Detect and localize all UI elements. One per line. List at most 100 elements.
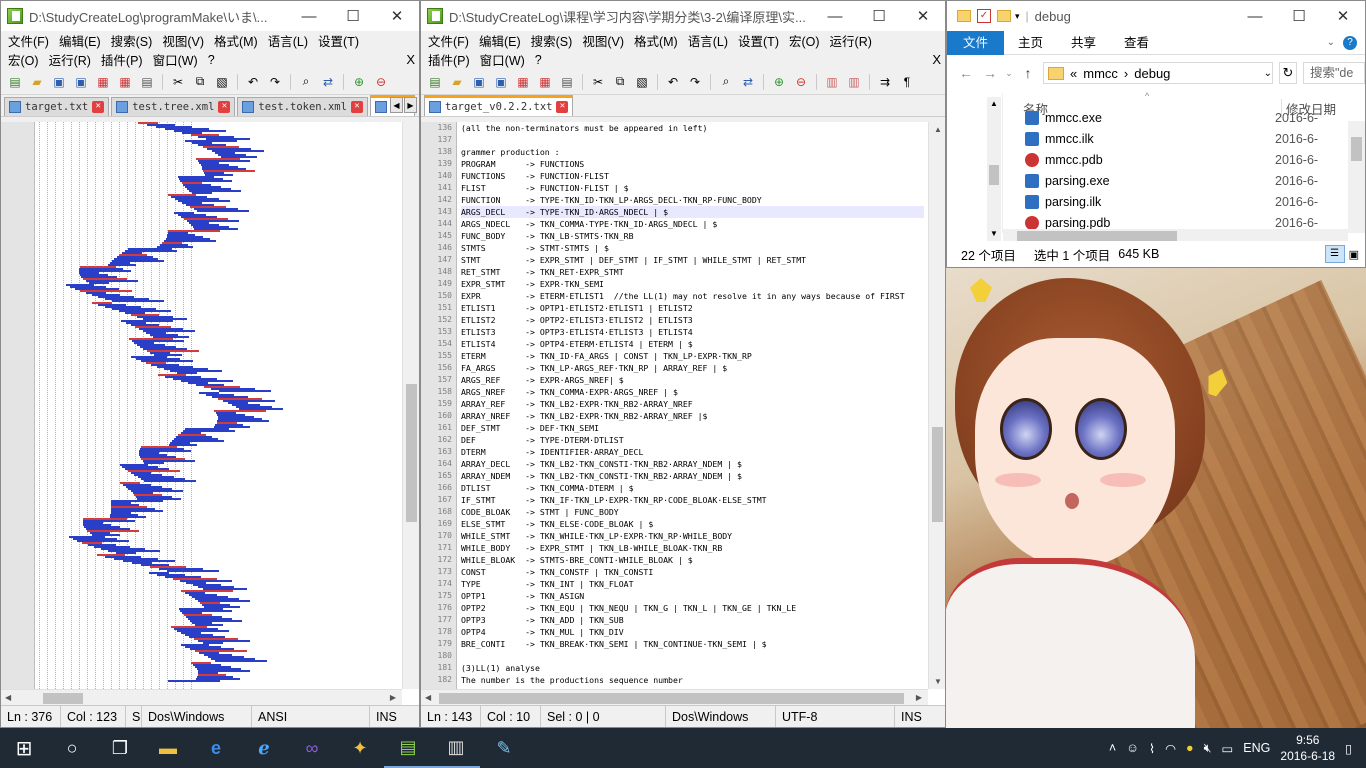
code-line[interactable]: OPTP3 -> TKN_ADD | TKN_SUB <box>461 614 924 626</box>
code-line[interactable]: WHILE_BLOAK -> STMTS·BRE_CONTI·WHILE_BLO… <box>461 554 924 566</box>
save-all-icon[interactable]: ▣ <box>71 73 91 91</box>
scroll-up-icon[interactable]: ▲ <box>990 99 998 108</box>
mid-hscroll-thumb[interactable] <box>439 693 904 704</box>
security-tray-icon[interactable]: ● <box>1186 741 1194 755</box>
code-line[interactable]: The number is the productions sequence n… <box>461 674 924 686</box>
menu-view[interactable]: 视图(V) <box>159 31 211 50</box>
code-line[interactable]: FA_ARGS -> TKN_LP·ARGS_REF·TKN_RP | ARRA… <box>461 362 924 374</box>
paste-icon[interactable]: ▧ <box>212 73 232 91</box>
breadcrumb-mmcc[interactable]: mmcc <box>1083 66 1118 81</box>
visual-studio-icon[interactable]: ∞ <box>288 728 336 768</box>
menu-settings[interactable]: 设置(T) <box>315 31 366 50</box>
maximize-button[interactable]: ☐ <box>1277 1 1321 31</box>
nav-scroll-thumb[interactable] <box>989 165 999 185</box>
code-line[interactable]: RET_STMT -> TKN_RET·EXPR_STMT <box>461 266 924 278</box>
copy-icon[interactable]: ⧉ <box>610 73 630 91</box>
code-line[interactable]: ETLIST4 -> OPTP4·ETERM·ETLIST4 | ETERM |… <box>461 338 924 350</box>
code-line[interactable]: PROGRAM -> FUNCTIONS <box>461 158 924 170</box>
menu-help[interactable]: ? <box>532 53 549 67</box>
menu-language[interactable]: 语言(L) <box>685 31 735 50</box>
print-icon[interactable]: ▤ <box>557 73 577 91</box>
show-all-chars-icon[interactable]: ¶ <box>897 73 917 91</box>
tab-close-icon[interactable]: ✕ <box>218 101 231 113</box>
save-icon[interactable]: ▣ <box>49 73 69 91</box>
close-file-icon[interactable]: ▦ <box>93 73 113 91</box>
new-file-icon[interactable]: ▤ <box>425 73 445 91</box>
menu-edit[interactable]: 编辑(E) <box>56 31 108 50</box>
address-dropdown-icon[interactable]: ⌄ <box>1264 68 1272 79</box>
replace-icon[interactable]: ⇄ <box>738 73 758 91</box>
menu-edit[interactable]: 编辑(E) <box>476 31 528 50</box>
left-titlebar[interactable]: D:\StudyCreateLog\programMake\いま\... — ☐… <box>1 1 419 31</box>
breadcrumb-debug[interactable]: debug <box>1134 66 1170 81</box>
save-all-icon[interactable]: ▣ <box>491 73 511 91</box>
code-line[interactable]: ARGS_DECL -> TYPE·TKN_ID·ARGS_NDECL | $ <box>461 206 924 218</box>
sync-scroll-h-icon[interactable]: ▥ <box>844 73 864 91</box>
left-editor[interactable]: ◀ ▶ <box>1 122 419 706</box>
doc-close-x[interactable]: X <box>406 52 415 67</box>
file-row[interactable]: mmcc.exe 2016-6- <box>1025 107 1345 128</box>
close-file-icon[interactable]: ▦ <box>513 73 533 91</box>
menu-language[interactable]: 语言(L) <box>265 31 315 50</box>
code-line[interactable]: EXPR_STMT -> EXPR·TKN_SEMI <box>461 278 924 290</box>
paste-icon[interactable]: ▧ <box>632 73 652 91</box>
ribbon-tab-view[interactable]: 查看 <box>1110 31 1163 55</box>
tab-close-icon[interactable]: ✕ <box>92 101 105 113</box>
menu-help[interactable]: ? <box>205 53 222 67</box>
word-wrap-icon[interactable]: ⇉ <box>875 73 895 91</box>
notepad-taskbar-icon[interactable]: ▥ <box>432 728 480 768</box>
cut-icon[interactable]: ✂ <box>168 73 188 91</box>
find-icon[interactable]: ⌕ <box>296 73 316 91</box>
code-line[interactable]: FUNCTIONS -> FUNCTION·FLIST <box>461 170 924 182</box>
show-hidden-icons-icon[interactable]: ˄ <box>1109 741 1116 755</box>
code-line[interactable]: grammer production : <box>461 146 924 158</box>
file-row[interactable]: mmcc.ilk 2016-6- <box>1025 128 1345 149</box>
scroll-right-icon[interactable]: ▶ <box>916 693 922 702</box>
code-line[interactable]: ARRAY_NDEM -> TKN_LB2·TKN_CONSTI·TKN_RB2… <box>461 470 924 482</box>
code-line[interactable]: DEF -> TYPE·DTERM·DTLIST <box>461 434 924 446</box>
code-line[interactable]: DTLIST -> TKN_COMMA·DTERM | $ <box>461 482 924 494</box>
minimize-button[interactable]: — <box>1233 1 1277 31</box>
tab-scroll-left-icon[interactable]: ◀ <box>390 97 403 113</box>
nav-pane-scrollbar[interactable]: ▲ ▼ <box>987 97 1001 241</box>
menu-run[interactable]: 运行(R) <box>827 31 879 50</box>
code-line[interactable]: FLIST -> FUNCTION·FLIST | $ <box>461 182 924 194</box>
action-center-icon[interactable]: ▭ <box>1221 741 1233 756</box>
code-line[interactable]: DEF_STMT -> DEF·TKN_SEMI <box>461 422 924 434</box>
maximize-button[interactable]: ☐ <box>857 1 901 31</box>
print-icon[interactable]: ▤ <box>137 73 157 91</box>
code-line[interactable]: ETLIST1 -> OPTP1·ETLIST2·ETLIST1 | ETLIS… <box>461 302 924 314</box>
zoom-out-icon[interactable]: ⊖ <box>371 73 391 91</box>
menu-plugins[interactable]: 插件(P) <box>98 50 150 69</box>
file-row[interactable]: mmcc.pdb 2016-6- <box>1025 149 1345 170</box>
start-button[interactable]: ⊞ <box>0 728 48 768</box>
volume-muted-icon[interactable]: 🔇︎ <box>1204 741 1212 756</box>
middle-notepad-window[interactable]: D:\StudyCreateLog\课程\学习内容\学期分类\3-2\编译原理\… <box>420 0 946 728</box>
mid-vscroll-thumb[interactable] <box>932 427 943 522</box>
details-view-icon[interactable]: ☰ <box>1324 245 1345 263</box>
menu-file[interactable]: 文件(F) <box>5 31 56 50</box>
menu-macro[interactable]: 宏(O) <box>786 31 827 50</box>
edge-icon[interactable]: e <box>192 728 240 768</box>
find-icon[interactable]: ⌕ <box>716 73 736 91</box>
scroll-left-icon[interactable]: ◀ <box>5 693 11 702</box>
ribbon-tab-home[interactable]: 主页 <box>1004 31 1057 55</box>
left-hscroll-thumb[interactable] <box>43 693 83 704</box>
menu-format[interactable]: 格式(M) <box>211 31 265 50</box>
scroll-up-icon[interactable]: ▲ <box>934 125 942 134</box>
ribbon-expand-icon[interactable]: ⌄ <box>1327 37 1335 48</box>
menu-run[interactable]: 运行(R) <box>46 50 98 69</box>
open-file-icon[interactable]: ▰ <box>27 73 47 91</box>
mid-horizontal-scrollbar[interactable]: ◀ ▶ <box>421 689 928 706</box>
zoom-in-icon[interactable]: ⊕ <box>349 73 369 91</box>
code-line[interactable]: ARRAY_DECL -> TKN_LB2·TKN_CONSTI·TKN_RB2… <box>461 458 924 470</box>
file-row[interactable]: parsing.exe 2016-6- <box>1025 170 1345 191</box>
code-line[interactable]: WHILE_BODY -> EXPR_STMT | TKN_LB·WHILE_B… <box>461 542 924 554</box>
code-lines[interactable]: (all the non-terminators must be appeare… <box>461 122 924 686</box>
cut-icon[interactable]: ✂ <box>588 73 608 91</box>
back-arrow-icon[interactable]: ← <box>957 65 975 81</box>
scroll-left-icon[interactable]: ◀ <box>425 693 431 702</box>
up-arrow-icon[interactable]: ↑ <box>1019 65 1037 81</box>
code-line[interactable]: ETLIST2 -> OPTP2·ETLIST3·ETLIST2 | ETLIS… <box>461 314 924 326</box>
code-line[interactable]: ARRAY_REF -> TKN_LB2·EXPR·TKN_RB2·ARRAY_… <box>461 398 924 410</box>
